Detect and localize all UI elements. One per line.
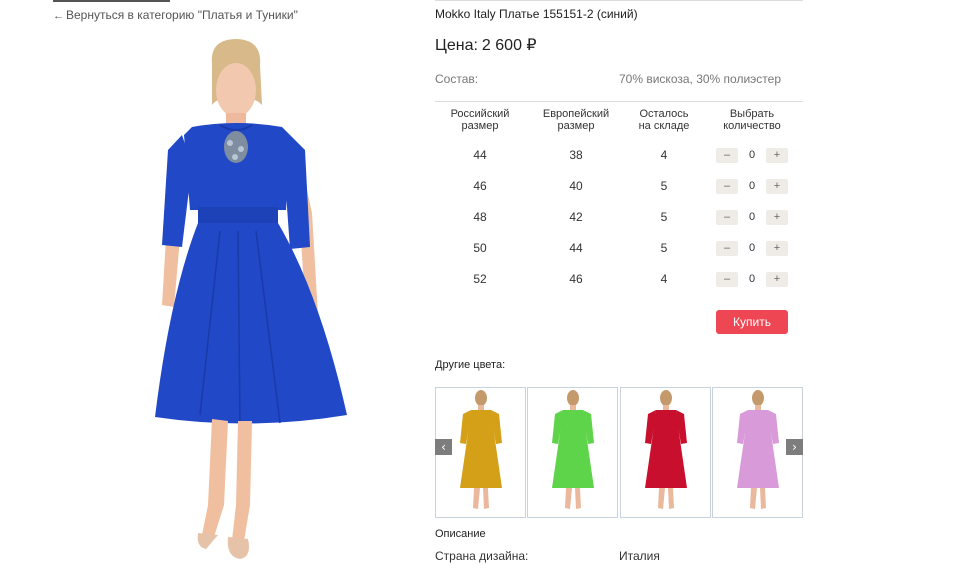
chevron-right-icon[interactable]: › xyxy=(786,439,803,455)
product-main-image[interactable] xyxy=(140,35,365,582)
eu-size-cell: 46 xyxy=(569,272,583,286)
chevron-left-icon[interactable]: ‹ xyxy=(435,439,452,455)
dress-figure xyxy=(552,390,594,509)
other-colors-title: Другие цвета: xyxy=(435,359,506,371)
quantity-value[interactable]: 0 xyxy=(742,178,762,194)
design-country-value: Италия xyxy=(619,549,660,563)
table-row: 44 38 4 – 0 + xyxy=(435,145,803,165)
column-header-quantity: Выбрать количество xyxy=(723,108,781,132)
column-header-stock: Осталось на складе xyxy=(638,108,690,132)
active-tab-underline xyxy=(53,0,170,2)
decrease-quantity-button[interactable]: – xyxy=(716,272,738,287)
table-row: 50 44 5 – 0 + xyxy=(435,238,803,258)
ru-size-cell: 50 xyxy=(473,241,487,255)
column-header-eu-size: Европейский размер xyxy=(542,108,610,132)
quantity-stepper: – 0 + xyxy=(716,147,789,163)
stock-cell: 5 xyxy=(660,179,668,193)
stock-cell: 5 xyxy=(660,210,668,224)
divider xyxy=(435,101,803,102)
quantity-value[interactable]: 0 xyxy=(742,271,762,287)
price-label: Цена: xyxy=(435,37,478,54)
table-row: 48 42 5 – 0 + xyxy=(435,207,803,227)
ru-size-cell: 52 xyxy=(473,272,487,286)
increase-quantity-button[interactable]: + xyxy=(766,210,788,225)
color-variant-thumbnail-green[interactable] xyxy=(527,387,618,518)
composition-value: 70% вискоза, 30% полиэстер xyxy=(619,72,781,86)
decrease-quantity-button[interactable]: – xyxy=(716,179,738,194)
eu-size-cell: 40 xyxy=(569,179,583,193)
eu-size-cell: 38 xyxy=(569,148,583,162)
ru-size-cell: 46 xyxy=(473,179,487,193)
increase-quantity-button[interactable]: + xyxy=(766,148,788,163)
product-title: Mokko Italy Платье 155151-2 (синий) xyxy=(435,7,638,21)
quantity-stepper: – 0 + xyxy=(716,178,789,194)
description-title: Описание xyxy=(435,528,486,540)
price-value: 2 600 ₽ xyxy=(481,37,537,54)
ru-size-cell: 48 xyxy=(473,210,487,224)
decrease-quantity-button[interactable]: – xyxy=(716,241,738,256)
increase-quantity-button[interactable]: + xyxy=(766,179,788,194)
design-country-label: Страна дизайна: xyxy=(435,549,529,563)
decrease-quantity-button[interactable]: – xyxy=(716,210,738,225)
color-variant-thumbnail-red[interactable] xyxy=(620,387,711,518)
composition-label: Состав: xyxy=(435,72,479,86)
increase-quantity-button[interactable]: + xyxy=(766,241,788,256)
dress-figure xyxy=(645,390,687,509)
buy-button[interactable]: Купить xyxy=(716,310,788,334)
back-to-category-link[interactable]: ← Вернуться в категорию "Платья и Туники" xyxy=(53,8,298,22)
eu-size-cell: 44 xyxy=(569,241,583,255)
quantity-value[interactable]: 0 xyxy=(742,209,762,225)
quantity-stepper: – 0 + xyxy=(716,271,789,287)
table-row: 52 46 4 – 0 + xyxy=(435,269,803,289)
table-row: 46 40 5 – 0 + xyxy=(435,176,803,196)
other-colors-carousel: ‹ › xyxy=(435,387,803,518)
quantity-stepper: – 0 + xyxy=(716,209,789,225)
column-header-ru-size: Российский размер xyxy=(450,108,510,132)
increase-quantity-button[interactable]: + xyxy=(766,272,788,287)
quantity-value[interactable]: 0 xyxy=(742,240,762,256)
price: Цена: 2 600 ₽ xyxy=(435,35,537,55)
quantity-stepper: – 0 + xyxy=(716,240,789,256)
ru-size-cell: 44 xyxy=(473,148,487,162)
back-link-label: Вернуться в категорию "Платья и Туники" xyxy=(66,8,298,22)
stock-cell: 4 xyxy=(660,272,668,286)
eu-size-cell: 42 xyxy=(569,210,583,224)
stock-cell: 4 xyxy=(660,148,668,162)
stock-cell: 5 xyxy=(660,241,668,255)
quantity-value[interactable]: 0 xyxy=(742,147,762,163)
arrow-left-icon: ← xyxy=(53,10,64,22)
divider xyxy=(435,0,803,1)
decrease-quantity-button[interactable]: – xyxy=(716,148,738,163)
